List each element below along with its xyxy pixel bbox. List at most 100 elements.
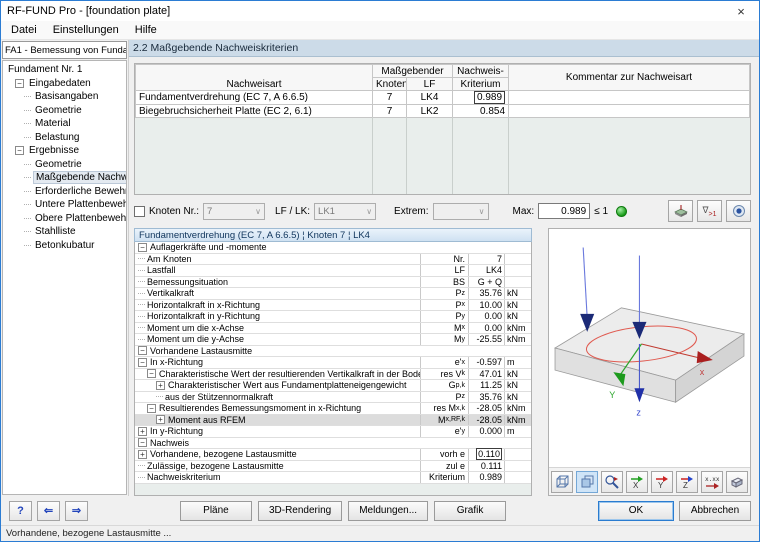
detail-row-value: G + Q	[469, 277, 505, 288]
results-row[interactable]: Biegebruchsicherheit Platte (EC 2, 6.1)7…	[136, 105, 750, 118]
tree-toggle-icon[interactable]: −	[147, 369, 156, 378]
lflk-label: LF / LK:	[275, 206, 310, 217]
help-icon: ?	[17, 505, 24, 517]
view-x-button[interactable]: X	[626, 471, 648, 493]
knoten-checkbox[interactable]	[134, 206, 145, 217]
tree-item[interactable]: Basisangaben	[3, 90, 126, 104]
tree-toggle-icon[interactable]: −	[15, 146, 24, 155]
tree-connector	[156, 396, 163, 397]
detail-row[interactable]: +In y-Richtunge'y0.000m	[135, 426, 531, 438]
tree-toggle-icon[interactable]: −	[147, 404, 156, 413]
detail-row[interactable]: LastfallLFLK4	[135, 265, 531, 277]
detail-row[interactable]: +Moment aus RFEMMx,RF,k-28.05kNm	[135, 415, 531, 427]
view-y-button[interactable]: Y	[651, 471, 673, 493]
detail-value-text: -0.597	[476, 357, 502, 367]
detail-row-symbol: Kriterium	[421, 472, 469, 483]
max-value-field[interactable]: 0.989	[538, 203, 590, 219]
cell-nachweisart: Biegebruchsicherheit Platte (EC 2, 6.1)	[136, 105, 373, 118]
menu-item[interactable]: Einstellungen	[45, 22, 127, 38]
tree-toggle-icon[interactable]: −	[138, 346, 147, 355]
footer-button[interactable]: Pläne	[180, 501, 252, 521]
detail-row[interactable]: −Auflagerkräfte und -momente	[135, 242, 531, 254]
detail-row-symbol: e'x	[421, 357, 469, 368]
detail-row[interactable]: +Charakteristischer Wert aus Fundamentpl…	[135, 380, 531, 392]
ok-button[interactable]: OK	[598, 501, 674, 521]
solid-view-button[interactable]	[576, 471, 598, 493]
tree-item[interactable]: −Eingabedaten	[3, 77, 126, 91]
tree-item[interactable]: −Ergebnisse	[3, 144, 126, 158]
close-icon[interactable]: ×	[723, 1, 759, 21]
view-z-button[interactable]: Z	[676, 471, 698, 493]
footer-button[interactable]: Grafik	[434, 501, 506, 521]
filter-greater-one-button[interactable]: ∇>1	[697, 200, 722, 222]
print-button[interactable]	[726, 471, 748, 493]
detail-row-value: 7	[469, 254, 505, 265]
tree-item[interactable]: Geometrie	[3, 104, 126, 118]
app-window: RF-FUND Pro - [foundation plate] × Datei…	[0, 0, 760, 542]
menu-item[interactable]: Datei	[3, 22, 45, 38]
tree-toggle-icon[interactable]: +	[138, 450, 147, 459]
tree-item[interactable]: Untere Plattenbewehrung	[3, 198, 126, 212]
tree-toggle-icon[interactable]: −	[138, 243, 147, 252]
help-button[interactable]: ?	[9, 501, 32, 521]
detail-row[interactable]: −Charakteristische Wert der resultierend…	[135, 369, 531, 381]
tree-item[interactable]: Material	[3, 117, 126, 131]
detail-row-unit	[505, 449, 531, 460]
tree-item[interactable]: Geometrie	[3, 158, 126, 172]
knoten-dropdown[interactable]: 7 ∨	[203, 203, 265, 220]
tree-item[interactable]: Maßgebende Nachweise	[3, 171, 126, 185]
zoom-view-button[interactable]	[601, 471, 623, 493]
detail-row[interactable]: −In x-Richtunge'x-0.597m	[135, 357, 531, 369]
tree-item[interactable]: Erforderliche Bewehrung	[3, 185, 126, 199]
case-selector[interactable]: FA1 - Bemessung von Fundame ∨	[2, 41, 127, 59]
detail-value-text: LK4	[486, 265, 502, 275]
detail-row[interactable]: −Nachweis	[135, 438, 531, 450]
tree-toggle-icon[interactable]: +	[156, 415, 165, 424]
detail-row-label: Bemessungsituation	[135, 277, 421, 288]
tree-toggle-icon[interactable]: −	[138, 358, 147, 367]
tree-item[interactable]: Fundament Nr. 1	[3, 63, 126, 77]
tree-item[interactable]: Belastung	[3, 131, 126, 145]
cancel-button[interactable]: Abbrechen	[679, 501, 751, 521]
tree-toggle-icon[interactable]: −	[138, 438, 147, 447]
lflk-dropdown[interactable]: LK1 ∨	[314, 203, 376, 220]
nav-back-button[interactable]: ⇐	[37, 501, 60, 521]
tree-item[interactable]: Obere Plattenbewehrung	[3, 212, 126, 226]
tree-connector	[24, 177, 31, 178]
detail-row[interactable]: VertikalkraftPz35.76kN	[135, 288, 531, 300]
nav-forward-button[interactable]: ⇒	[65, 501, 88, 521]
show-values-button[interactable]: x.xx	[701, 471, 723, 493]
detail-row[interactable]: −Vorhandene Lastausmitte	[135, 346, 531, 358]
detail-row[interactable]: aus der StützennormalkraftPz35.76kN	[135, 392, 531, 404]
color-scale-button[interactable]	[726, 200, 751, 222]
detail-row[interactable]: Zulässige, bezogene Lastausmittezul e0.1…	[135, 461, 531, 473]
detail-row[interactable]: +Vorhandene, bezogene Lastausmittevorh e…	[135, 449, 531, 461]
viewport-3d[interactable]: x Y z	[549, 229, 750, 467]
tree-toggle-icon[interactable]: +	[138, 427, 147, 436]
detail-row[interactable]: Horizontalkraft in x-RichtungPx10.00kN	[135, 300, 531, 312]
detail-row[interactable]: Horizontalkraft in y-RichtungPy0.00kN	[135, 311, 531, 323]
tree-toggle-icon[interactable]: −	[15, 79, 24, 88]
result-diagram-button[interactable]	[668, 200, 693, 222]
detail-row[interactable]: Moment um die x-AchseMx0.00kNm	[135, 323, 531, 335]
tree-connector	[24, 191, 31, 192]
lflk-dropdown-value: LK1	[318, 206, 335, 217]
extrem-label: Extrem:	[394, 206, 428, 217]
extrem-dropdown[interactable]: ∨	[433, 203, 489, 220]
tree-item[interactable]: Betonkubatur	[3, 239, 126, 253]
menu-item[interactable]: Hilfe	[127, 22, 165, 38]
footer-button[interactable]: Meldungen...	[348, 501, 428, 521]
detail-row[interactable]: NachweiskriteriumKriterium0.989	[135, 472, 531, 484]
tree-connector	[138, 293, 145, 294]
status-text: Vorhandene, bezogene Lastausmitte ...	[6, 528, 171, 539]
footer-button[interactable]: 3D-Rendering	[258, 501, 342, 521]
detail-row[interactable]: −Resultierendes Bemessungsmoment in x-Ri…	[135, 403, 531, 415]
detail-row[interactable]: BemessungsituationBSG + Q	[135, 277, 531, 289]
wireframe-view-button[interactable]	[551, 471, 573, 493]
results-row[interactable]: Fundamentverdrehung (EC 7, A 6.6.5)7LK40…	[136, 91, 750, 105]
detail-row[interactable]: Moment um die y-AchseMy-25.55kNm	[135, 334, 531, 346]
detail-row[interactable]: Am KnotenNr.7	[135, 254, 531, 266]
tree-toggle-icon[interactable]: +	[156, 381, 165, 390]
navigator-tree: Fundament Nr. 1−EingabedatenBasisangaben…	[2, 60, 127, 495]
tree-item[interactable]: Stahlliste	[3, 225, 126, 239]
